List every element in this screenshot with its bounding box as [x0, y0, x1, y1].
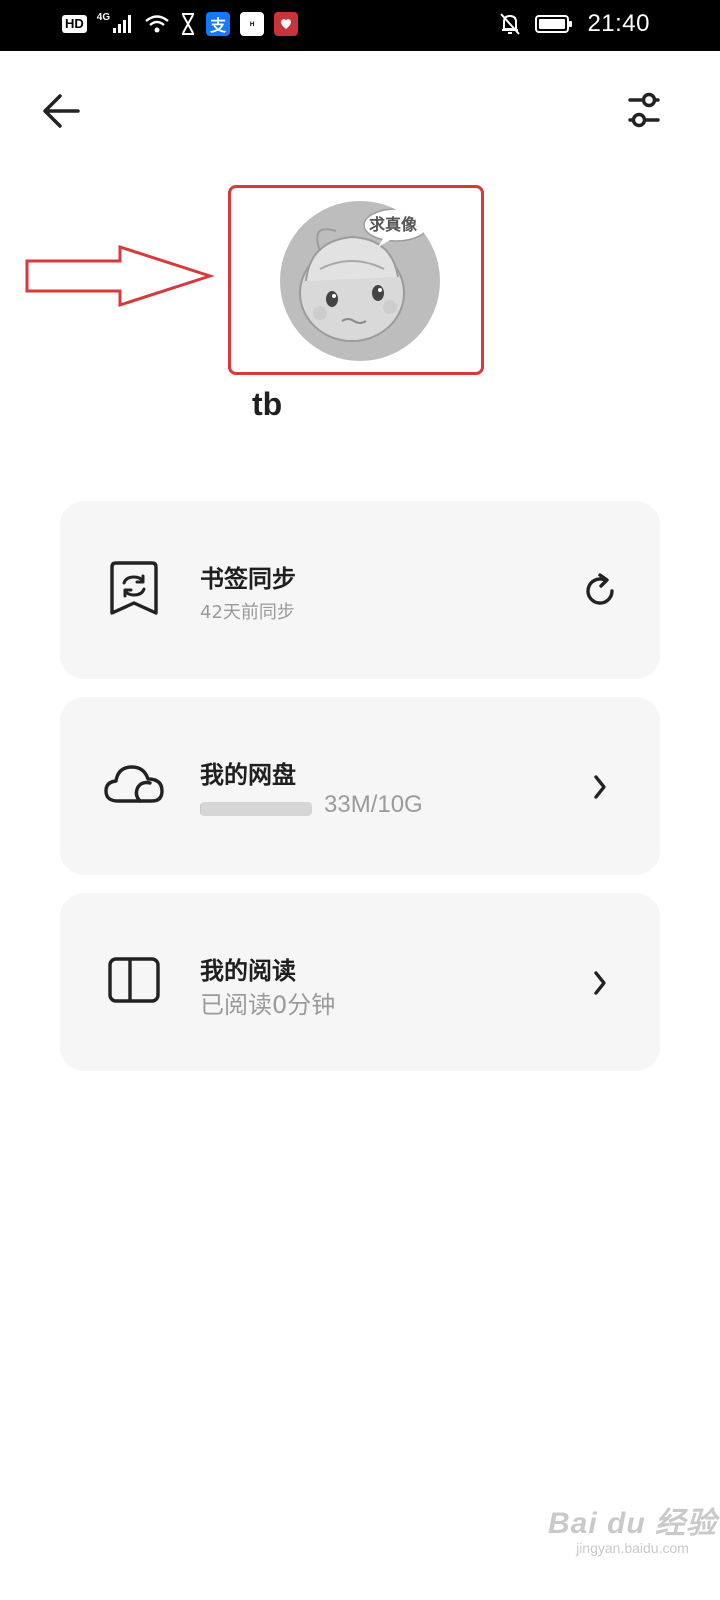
clock: 21:40 — [587, 10, 650, 37]
network-type: 4G — [96, 11, 111, 23]
watermark-logo: Bai du 经验 — [548, 1507, 718, 1540]
watermark-url: jingyan.baidu.com — [576, 1540, 689, 1556]
hourglass-icon — [182, 13, 195, 35]
status-left: HD 4G 支 H — [62, 11, 299, 36]
bookmark-sync-card[interactable]: 书签同步 42天前同步 — [60, 501, 660, 679]
alipay-icon: 支 — [206, 12, 231, 36]
arrow-left-icon — [43, 94, 80, 128]
refresh-icon[interactable] — [580, 571, 620, 611]
card-title: 我的网盘 — [200, 761, 296, 789]
chevron-right-icon[interactable] — [580, 963, 620, 1003]
battery-icon — [535, 15, 573, 33]
huawei-app-icon: H — [240, 12, 265, 36]
status-right: 21:40 — [499, 10, 650, 38]
bell-off-icon — [500, 13, 521, 35]
card-subtitle: 已阅读0分钟 — [200, 991, 336, 1019]
cloud-icon — [104, 765, 164, 803]
cloud-drive-card[interactable]: 我的网盘 33M/10G — [60, 697, 660, 875]
hd-badge: HD — [62, 15, 87, 33]
sliders-icon — [628, 92, 660, 128]
my-reading-card[interactable]: 我的阅读 已阅读0分钟 — [60, 893, 660, 1071]
app-icon — [274, 12, 299, 36]
settings-button[interactable] — [620, 86, 668, 134]
status-bar: HD 4G 支 H 21:40 — [0, 0, 720, 51]
watermark: Bai du 经验 jingyan.baidu.com — [548, 1498, 717, 1556]
wifi-icon — [145, 15, 169, 33]
avatar-caption: 求真像 — [369, 215, 418, 234]
storage-progress-fill — [200, 802, 201, 816]
annotation-arrow — [25, 244, 214, 308]
card-title: 我的阅读 — [200, 957, 296, 985]
storage-progress-bar — [200, 802, 312, 816]
card-title: 书签同步 — [200, 565, 296, 593]
avatar[interactable]: 求真像 — [280, 201, 440, 361]
signal-icon — [113, 15, 132, 33]
storage-usage-text: 33M/10G — [324, 791, 423, 818]
book-icon — [108, 957, 160, 1003]
back-button[interactable] — [38, 86, 86, 134]
card-subtitle: 42天前同步 — [200, 602, 295, 623]
username: tb — [252, 386, 283, 422]
bookmark-sync-icon — [110, 561, 158, 615]
chevron-right-icon[interactable] — [580, 767, 620, 807]
